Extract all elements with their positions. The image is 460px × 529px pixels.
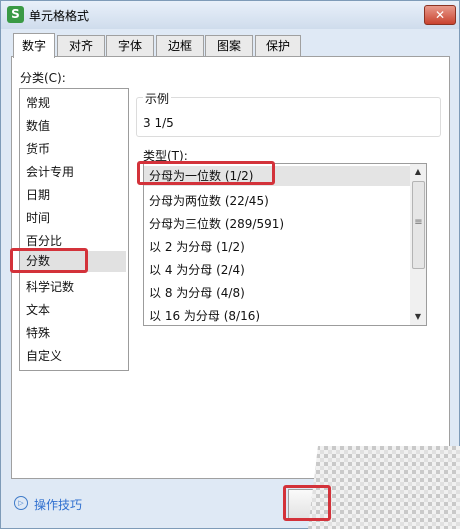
type-list[interactable]: 分母为一位数 (1/2) 分母为两位数 (22/45) 分母为三位数 (289/… [143,163,427,326]
category-item-date[interactable]: 日期 [26,186,50,203]
category-item-currency[interactable]: 货币 [26,140,50,157]
scroll-down-arrow-icon[interactable]: ▼ [410,309,426,325]
category-item-special[interactable]: 特殊 [26,324,50,341]
tab-font[interactable]: 字体 [106,35,154,57]
sample-group [136,97,441,137]
category-item-time[interactable]: 时间 [26,209,50,226]
play-circle-icon[interactable]: ▷ [14,496,28,510]
noise-watermark-icon [308,446,460,529]
dialog-title: 单元格格式 [29,9,90,23]
category-item-accounting[interactable]: 会计专用 [26,163,74,180]
type-list-scrollbar[interactable]: ▲ ≡ ▼ [410,164,426,325]
category-item-text[interactable]: 文本 [26,301,50,318]
tab-protection[interactable]: 保护 [255,35,301,57]
scroll-thumb[interactable]: ≡ [412,181,425,269]
sample-legend: 示例 [143,90,172,107]
type-item-halves[interactable]: 以 2 为分母 (1/2) [149,238,245,255]
type-label: 类型(T): [143,149,188,163]
sample-value: 3 1/5 [143,116,174,130]
type-item-eighths[interactable]: 以 8 为分母 (4/8) [149,284,245,301]
category-item-number[interactable]: 数值 [26,117,50,134]
tips-link[interactable]: 操作技巧 [34,496,82,513]
type-item-three-digit[interactable]: 分母为三位数 (289/591) [149,215,284,232]
number-tab-panel: 分类(C): 常规 数值 货币 会计专用 日期 时间 百分比 分数 科学记数 文… [11,56,450,479]
category-item-percentage[interactable]: 百分比 [26,232,62,249]
scroll-grip-icon: ≡ [414,217,423,228]
wps-spreadsheet-logo-icon: S [7,6,24,23]
tab-number[interactable]: 数字 [13,33,55,58]
category-item-fraction[interactable]: 分数 [20,251,126,272]
category-item-general[interactable]: 常规 [26,94,50,111]
type-item-one-digit[interactable]: 分母为一位数 (1/2) [144,166,410,186]
category-list[interactable]: 常规 数值 货币 会计专用 日期 时间 百分比 分数 科学记数 文本 特殊 自定… [19,88,129,371]
tab-pattern[interactable]: 图案 [205,35,253,57]
tab-alignment[interactable]: 对齐 [57,35,105,57]
category-item-scientific[interactable]: 科学记数 [26,278,74,295]
type-item-quarters[interactable]: 以 4 为分母 (2/4) [149,261,245,278]
category-item-custom[interactable]: 自定义 [26,347,62,364]
scroll-up-arrow-icon[interactable]: ▲ [410,164,426,180]
tab-border[interactable]: 边框 [156,35,204,57]
type-item-sixteenths[interactable]: 以 16 为分母 (8/16) [149,307,260,324]
category-label: 分类(C): [20,71,66,85]
title-bar[interactable]: S 单元格格式 ✕ [1,1,459,29]
close-button[interactable]: ✕ [424,5,456,25]
type-item-two-digit[interactable]: 分母为两位数 (22/45) [149,192,269,209]
